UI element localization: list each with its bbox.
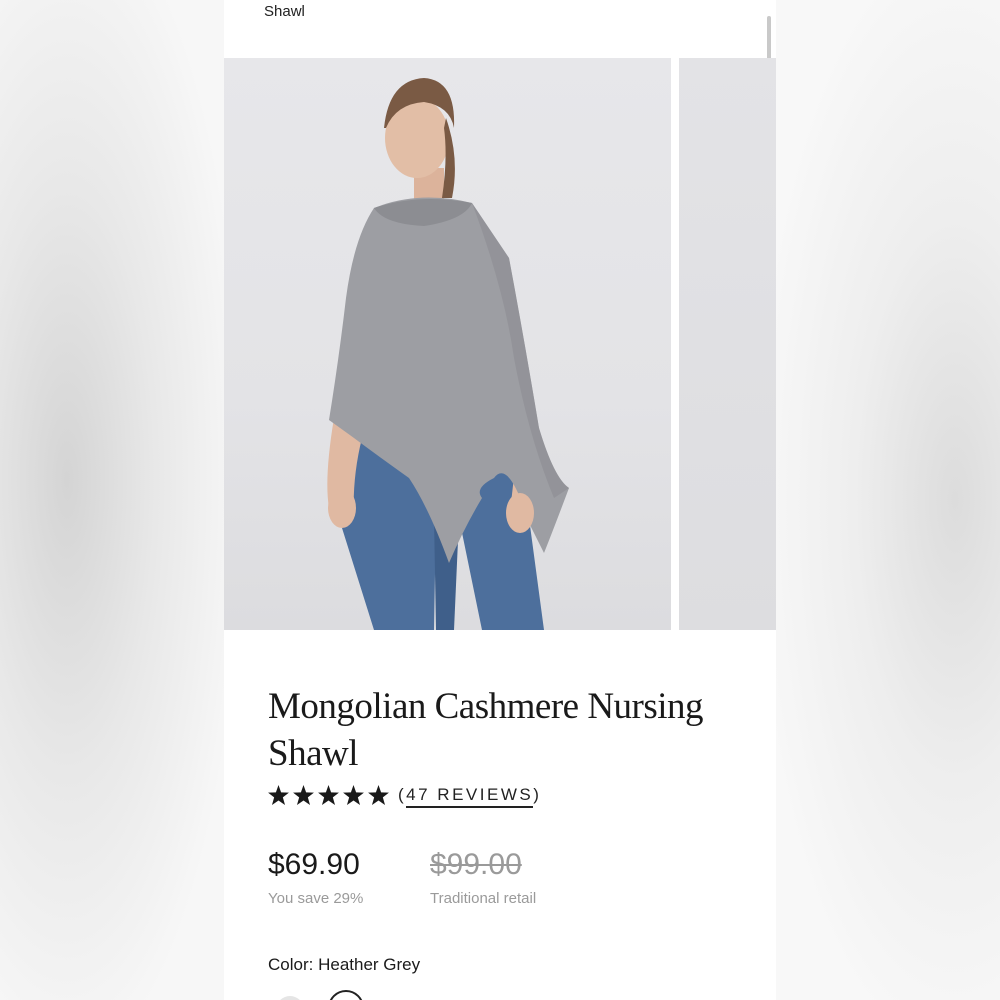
background-right — [776, 0, 1000, 1000]
color-value: Heather Grey — [318, 955, 421, 974]
image-gallery[interactable] — [224, 58, 776, 630]
color-swatch[interactable] — [276, 996, 304, 1000]
model-illustration — [327, 78, 569, 630]
product-title: Mongolian Cashmere Nursing Shawl — [268, 686, 704, 774]
star-icon — [343, 785, 364, 805]
product-image[interactable] — [224, 58, 671, 630]
reviews-count: (47 REVIEWS) — [398, 785, 542, 808]
color-label-prefix: Color: — [268, 955, 314, 974]
background-left — [0, 0, 224, 1000]
original-price: $99.00 — [430, 848, 522, 881]
reviews-close-paren: ) — [533, 785, 542, 804]
sale-price: $69.90 — [268, 848, 360, 881]
original-price-label: Traditional retail — [430, 890, 537, 907]
reviews-open-paren: ( — [398, 785, 407, 804]
color-swatch-selected[interactable] — [328, 990, 364, 1000]
star-icon — [268, 785, 289, 805]
sale-price-block: $69.90 You save 29% — [268, 848, 363, 907]
star-icon — [318, 785, 339, 805]
rating-row: (47 REVIEWS) — [268, 785, 542, 808]
reviews-link[interactable]: 47 REVIEWS — [406, 785, 534, 808]
color-label: Color: Heather Grey — [268, 955, 420, 975]
original-price-block: $99.00 Traditional retail — [430, 848, 536, 907]
star-rating — [268, 785, 389, 805]
star-icon — [293, 785, 314, 805]
breadcrumb[interactable]: Shawl — [264, 3, 305, 20]
next-product-image[interactable] — [679, 58, 776, 630]
star-icon — [368, 785, 389, 805]
product-page: Shawl Mongolian Cashmere Nursing Shawl (… — [224, 0, 776, 1000]
savings-text: You save 29% — [268, 890, 364, 907]
